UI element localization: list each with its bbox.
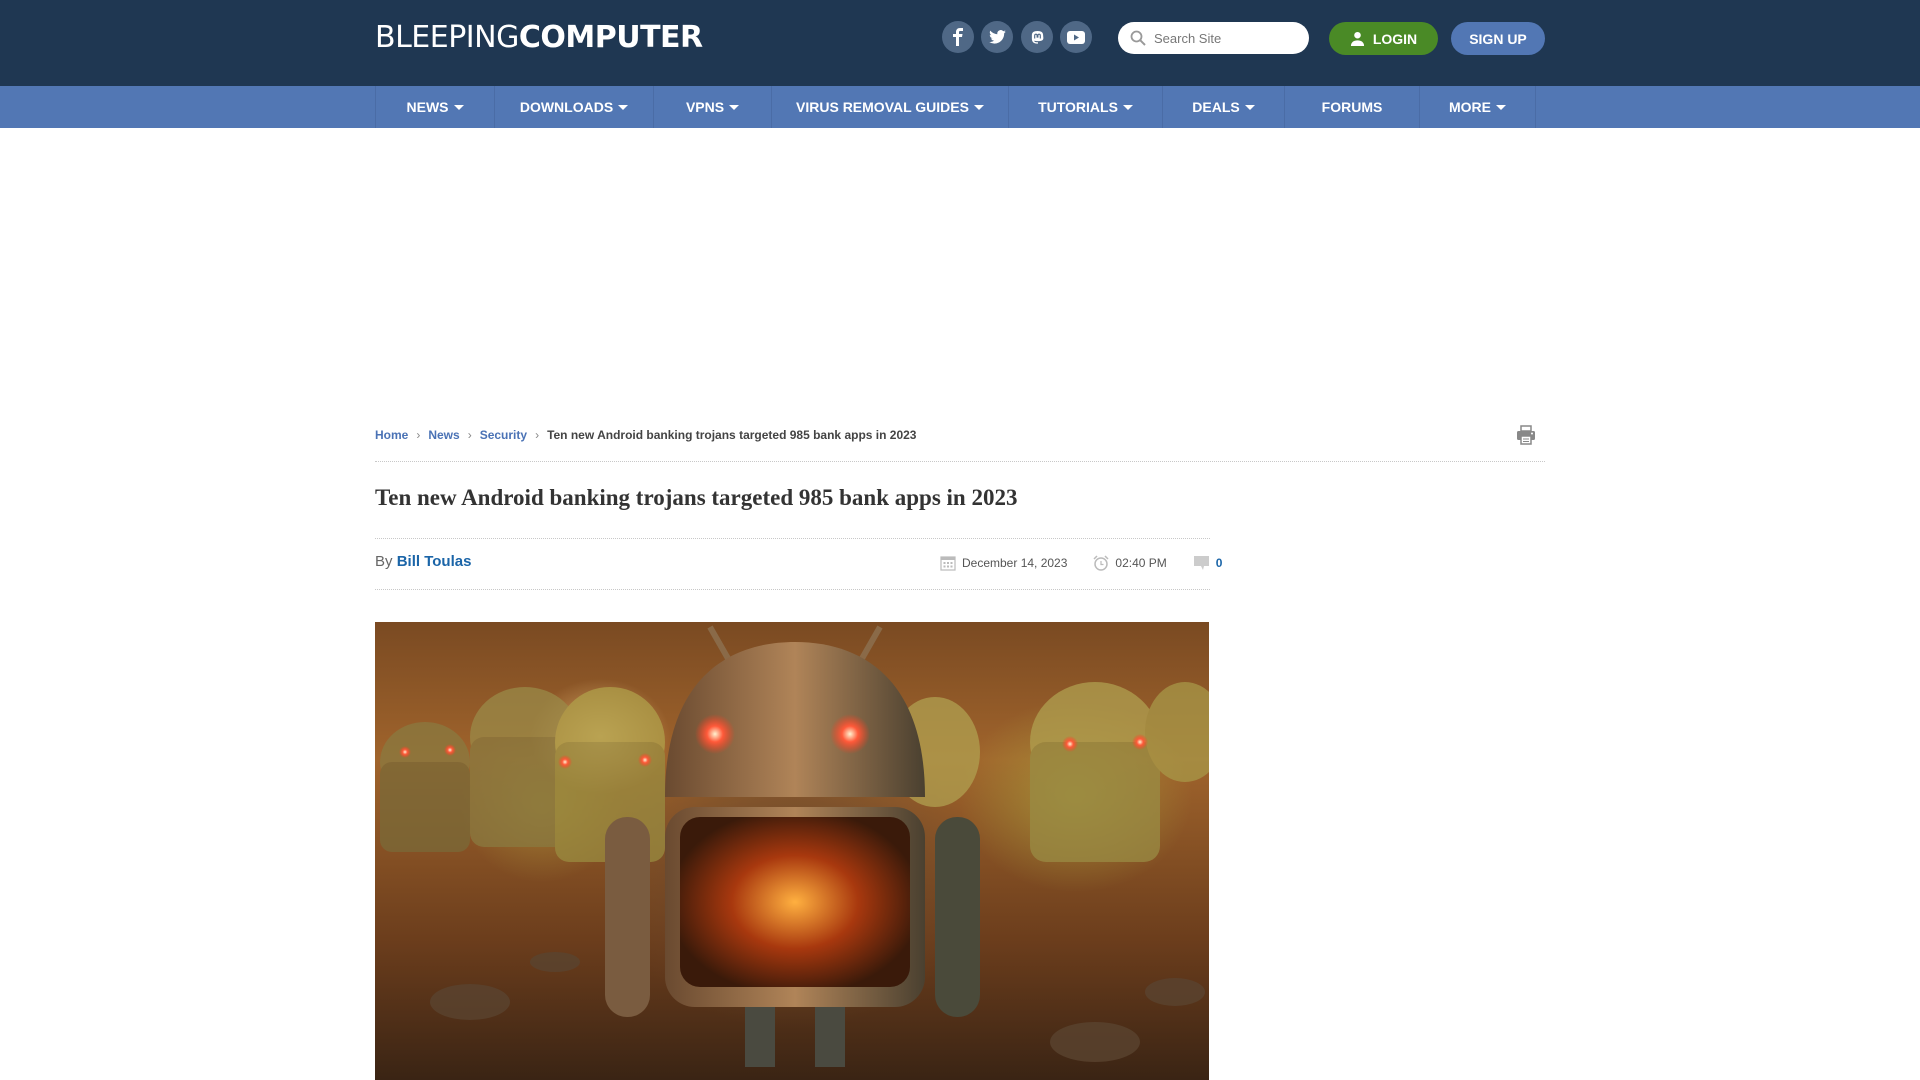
by-label: By <box>375 553 393 570</box>
nav-item-more[interactable]: MORE <box>1420 86 1536 128</box>
search-box[interactable] <box>1118 22 1309 54</box>
breadcrumb-home[interactable]: Home <box>375 428 408 442</box>
twitter-link[interactable] <box>981 21 1013 53</box>
login-button[interactable]: LOGIN <box>1329 22 1438 55</box>
divider <box>375 589 1210 590</box>
chevron-right-icon: › <box>467 428 472 442</box>
chevron-right-icon: › <box>535 428 540 442</box>
nav-label: MORE <box>1449 99 1491 115</box>
main-nav: NEWS DOWNLOADS VPNS VIRUS REMOVAL GUIDES… <box>0 86 1920 128</box>
caret-down-icon <box>729 104 740 110</box>
comment-icon <box>1193 556 1209 570</box>
search-icon <box>1130 30 1146 46</box>
caret-down-icon <box>973 104 984 110</box>
calendar-icon <box>940 556 956 571</box>
nav-label: DEALS <box>1192 99 1240 115</box>
twitter-icon <box>988 30 1006 44</box>
hero-image <box>375 622 1209 1080</box>
user-icon <box>1350 31 1364 46</box>
nav-item-tutorials[interactable]: TUTORIALS <box>1009 86 1163 128</box>
breadcrumb-security[interactable]: Security <box>480 428 527 442</box>
article-meta: December 14, 2023 02:40 PM 0 <box>940 555 1222 571</box>
nav-item-news[interactable]: NEWS <box>376 86 495 128</box>
caret-down-icon <box>1496 104 1506 110</box>
search-input[interactable] <box>1154 30 1294 46</box>
signup-button[interactable]: SIGN UP <box>1451 22 1545 55</box>
breadcrumb: Home › News › Security › Ten new Android… <box>375 428 916 442</box>
site-header: BLEEPINGCOMPUTER LOGIN SIGN UP <box>0 0 1920 86</box>
facebook-icon <box>953 28 963 46</box>
nav-item-downloads[interactable]: DOWNLOADS <box>495 86 654 128</box>
mastodon-icon <box>1031 30 1043 44</box>
logo-text-bold: COMPUTER <box>518 20 703 55</box>
author-link[interactable]: Bill Toulas <box>397 553 472 570</box>
nav-label: VPNS <box>685 99 725 115</box>
nav-label: VIRUS REMOVAL GUIDES <box>796 99 969 115</box>
caret-down-icon <box>1122 104 1133 110</box>
youtube-icon <box>1067 30 1085 44</box>
nav-label: TUTORIALS <box>1038 99 1118 115</box>
nav-label: FORUMS <box>1321 99 1383 115</box>
article-title: Ten new Android banking trojans targeted… <box>375 485 1018 510</box>
nav-label: NEWS <box>406 99 449 115</box>
android-robot-illustration <box>380 625 1209 1067</box>
youtube-link[interactable] <box>1060 21 1092 53</box>
article-date: December 14, 2023 <box>962 556 1068 570</box>
facebook-link[interactable] <box>942 21 974 53</box>
divider <box>375 538 1210 539</box>
mastodon-link[interactable] <box>1021 21 1053 53</box>
logo-text-light: BLEEPING <box>375 20 519 55</box>
signup-label: SIGN UP <box>1469 30 1527 47</box>
nav-item-virus-removal-guides[interactable]: VIRUS REMOVAL GUIDES <box>772 86 1009 128</box>
article-time: 02:40 PM <box>1115 556 1167 570</box>
caret-down-icon <box>618 104 629 110</box>
nav-label: DOWNLOADS <box>519 99 614 115</box>
divider <box>375 461 1545 462</box>
chevron-right-icon: › <box>416 428 421 442</box>
nav-item-vpns[interactable]: VPNS <box>654 86 772 128</box>
print-button[interactable] <box>1516 425 1536 450</box>
byline: By Bill Toulas <box>375 553 471 570</box>
caret-down-icon <box>453 104 464 110</box>
nav-item-forums[interactable]: FORUMS <box>1285 86 1420 128</box>
clock-icon <box>1093 555 1109 571</box>
nav-item-deals[interactable]: DEALS <box>1163 86 1285 128</box>
breadcrumb-current: Ten new Android banking trojans targeted… <box>547 428 917 442</box>
comment-count[interactable]: 0 <box>1216 556 1223 570</box>
login-label: LOGIN <box>1372 30 1418 47</box>
site-logo[interactable]: BLEEPINGCOMPUTER <box>375 20 703 55</box>
printer-icon <box>1517 425 1535 445</box>
breadcrumb-news[interactable]: News <box>428 428 459 442</box>
caret-down-icon <box>1244 104 1255 110</box>
